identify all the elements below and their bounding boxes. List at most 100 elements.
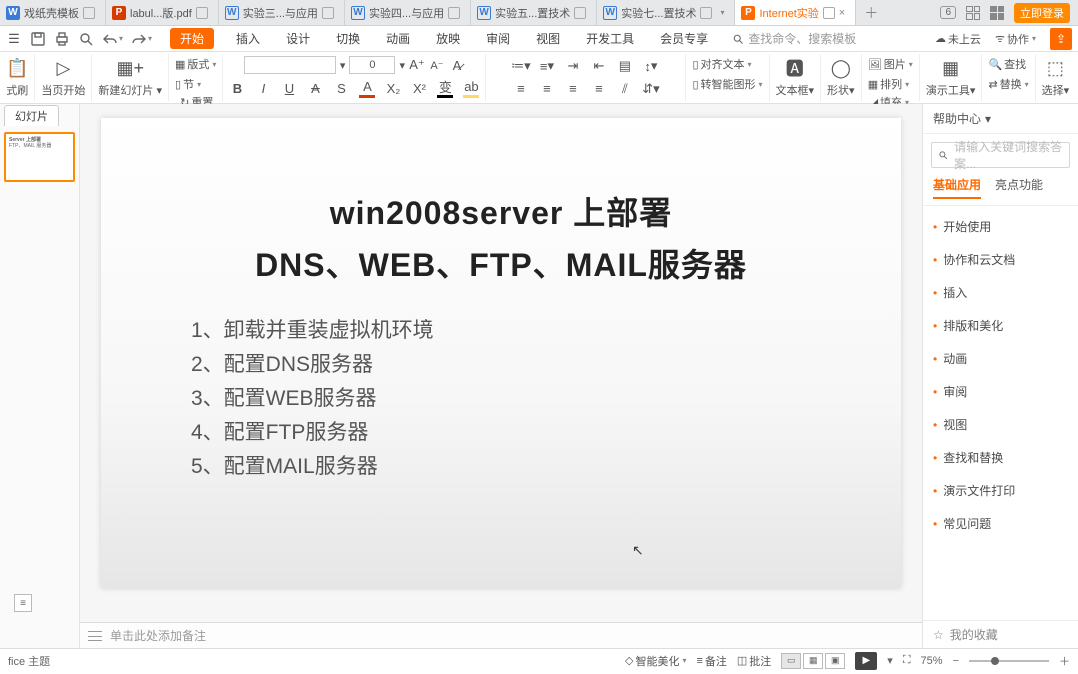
share-button[interactable]: ⇪ <box>1050 28 1072 50</box>
notes-pane[interactable]: 单击此处添加备注 <box>80 622 922 648</box>
reading-view-button[interactable]: ▣ <box>825 653 845 669</box>
help-topic[interactable]: 常见问题 <box>923 507 1078 540</box>
font-name-input[interactable] <box>244 56 336 74</box>
zoom-in-button[interactable]: ＋ <box>1059 653 1070 669</box>
print-icon[interactable] <box>54 31 70 47</box>
underline-icon[interactable]: U <box>281 80 297 96</box>
play-slideshow-button[interactable]: ▶ <box>855 652 877 670</box>
indent-decrease-icon[interactable]: ⇤ <box>591 58 607 74</box>
subscript-icon[interactable]: X₂ <box>385 80 401 96</box>
help-topic[interactable]: 演示文件打印 <box>923 474 1078 507</box>
font-color-button[interactable]: A <box>359 79 375 98</box>
tab-experiment-3[interactable]: W 实验三...与应用 <box>219 0 345 25</box>
menu-icon[interactable]: ☰ <box>6 31 22 47</box>
font-size-input[interactable]: 0 <box>349 56 395 74</box>
menu-animation[interactable]: 动画 <box>382 28 414 49</box>
help-topic[interactable]: 插入 <box>923 276 1078 309</box>
convert-smartart-button[interactable]: ▯ 转智能图形▾ <box>692 76 762 92</box>
help-topic[interactable]: 审阅 <box>923 375 1078 408</box>
align-text-button[interactable]: ▯ 对齐文本▾ <box>692 56 762 72</box>
menu-vip[interactable]: 会员专享 <box>656 28 712 49</box>
distribute-icon[interactable]: ⫽ <box>617 81 633 97</box>
comments-button[interactable]: ◫ 批注 <box>737 653 771 669</box>
italic-icon[interactable]: I <box>255 80 271 96</box>
thumbnail-tab[interactable]: 幻灯片 <box>0 104 79 126</box>
menu-design[interactable]: 设计 <box>282 28 314 49</box>
chevron-down-icon[interactable]: ▾ <box>887 654 893 667</box>
clear-format-icon[interactable]: A̷ <box>449 57 465 73</box>
slide-thumbnail-1[interactable]: Server 上部署 FTP、MAIL 服务器 <box>4 132 75 182</box>
tab-template[interactable]: W 戏纸壳模板 <box>0 0 106 25</box>
bullets-icon[interactable]: ≔▾ <box>513 58 529 74</box>
zoom-percent[interactable]: 75% <box>921 655 943 667</box>
help-search-input[interactable]: 请输入关键词搜索答案... <box>931 142 1070 168</box>
menu-devtools[interactable]: 开发工具 <box>582 28 638 49</box>
numbering-icon[interactable]: ≡▾ <box>539 58 555 74</box>
menu-slideshow[interactable]: 放映 <box>432 28 464 49</box>
align-center-icon[interactable]: ≡ <box>539 81 555 97</box>
fit-button[interactable]: ⛶ <box>903 654 911 667</box>
tab-experiment-7[interactable]: W 实验七...置技术 ▾ <box>597 0 735 25</box>
format-painter-button[interactable]: 📋式刷 <box>6 56 28 98</box>
decrease-font-icon[interactable]: A⁻ <box>429 57 445 73</box>
columns-icon[interactable]: ▤ <box>617 58 633 74</box>
tab-experiment-4[interactable]: W 实验四...与应用 <box>345 0 471 25</box>
chevron-down-icon[interactable]: ▾ <box>340 59 346 72</box>
close-icon[interactable]: × <box>839 7 845 19</box>
anim-tool-button[interactable]: ▦演示工具▾ <box>926 56 976 98</box>
strikethrough-icon[interactable]: A <box>307 80 323 96</box>
smart-beautify-button[interactable]: ◇ 智能美化 ▾ <box>625 653 686 669</box>
sorter-view-button[interactable]: ▦ <box>803 653 823 669</box>
help-favorites[interactable]: ☆ 我的收藏 <box>923 620 1078 648</box>
menu-review[interactable]: 审阅 <box>482 28 514 49</box>
zoom-slider[interactable] <box>969 660 1049 662</box>
menu-home[interactable]: 开始 <box>170 28 214 49</box>
collapse-notes-button[interactable]: ≡ <box>14 594 32 612</box>
collaborate-button[interactable]: ᯤ 协作 ▾ <box>995 31 1036 47</box>
cloud-status[interactable]: ☁ 未上云 <box>935 31 981 47</box>
tab-internet-experiment[interactable]: P Internet实验 × <box>735 0 856 25</box>
chevron-down-icon[interactable]: ▾ <box>720 8 724 17</box>
picture-button[interactable]: 🖼 图片▾ <box>868 56 913 72</box>
help-topic[interactable]: 查找和替换 <box>923 441 1078 474</box>
help-topic[interactable]: 动画 <box>923 342 1078 375</box>
menu-view[interactable]: 视图 <box>532 28 564 49</box>
bold-icon[interactable]: B <box>229 80 245 96</box>
superscript-icon[interactable]: X² <box>411 80 427 96</box>
zoom-out-button[interactable]: − <box>953 655 959 667</box>
apps-icon[interactable] <box>966 6 980 20</box>
normal-view-button[interactable]: ▭ <box>781 653 801 669</box>
help-topic[interactable]: 排版和美化 <box>923 309 1078 342</box>
notes-button[interactable]: ≡ 备注 <box>696 653 726 669</box>
increase-font-icon[interactable]: A⁺ <box>409 57 425 73</box>
chevron-down-icon[interactable]: ▾ <box>399 59 405 72</box>
tab-pdf[interactable]: P labul...版.pdf <box>106 0 219 25</box>
login-button[interactable]: 立即登录 <box>1014 3 1070 23</box>
help-topic[interactable]: 视图 <box>923 408 1078 441</box>
preview-icon[interactable] <box>78 31 94 47</box>
new-tab-button[interactable]: ＋ <box>856 0 886 25</box>
align-right-icon[interactable]: ≡ <box>565 81 581 97</box>
shapes-button[interactable]: ◯形状▾ <box>827 56 855 98</box>
line-spacing-icon[interactable]: ↕▾ <box>643 58 659 74</box>
redo-button[interactable]: ▾ <box>131 31 152 47</box>
align-left-icon[interactable]: ≡ <box>513 81 529 97</box>
save-icon[interactable] <box>30 31 46 47</box>
layout-button[interactable]: ▦ 版式▾ <box>175 56 216 72</box>
new-slide-button[interactable]: ▦+新建幻灯片 ▾ <box>98 56 162 98</box>
undo-button[interactable]: ▾ <box>102 31 123 47</box>
text-direction-icon[interactable]: ⇵▾ <box>643 81 659 97</box>
shadow-icon[interactable]: S <box>333 80 349 96</box>
textbox-button[interactable]: 🅰文本框▾ <box>776 56 815 98</box>
change-case-button[interactable]: 变 <box>437 79 453 98</box>
find-button[interactable]: 🔍 查找 <box>988 56 1028 72</box>
select-button[interactable]: ⬚选择▾ <box>1042 56 1070 98</box>
slide-canvas[interactable]: win2008server 上部署 DNS、WEB、FTP、MAIL服务器 1、… <box>80 104 922 622</box>
replace-button[interactable]: ⇄ 替换▾ <box>988 76 1028 92</box>
indent-increase-icon[interactable]: ⇥ <box>565 58 581 74</box>
chevron-down-icon[interactable]: ▾ <box>985 112 991 126</box>
menu-transition[interactable]: 切换 <box>332 28 364 49</box>
highlight-button[interactable]: ab <box>463 79 479 98</box>
section-button[interactable]: ▯ 节▾ <box>175 76 216 92</box>
command-search[interactable]: 查找命令、搜索模板 <box>732 30 856 47</box>
